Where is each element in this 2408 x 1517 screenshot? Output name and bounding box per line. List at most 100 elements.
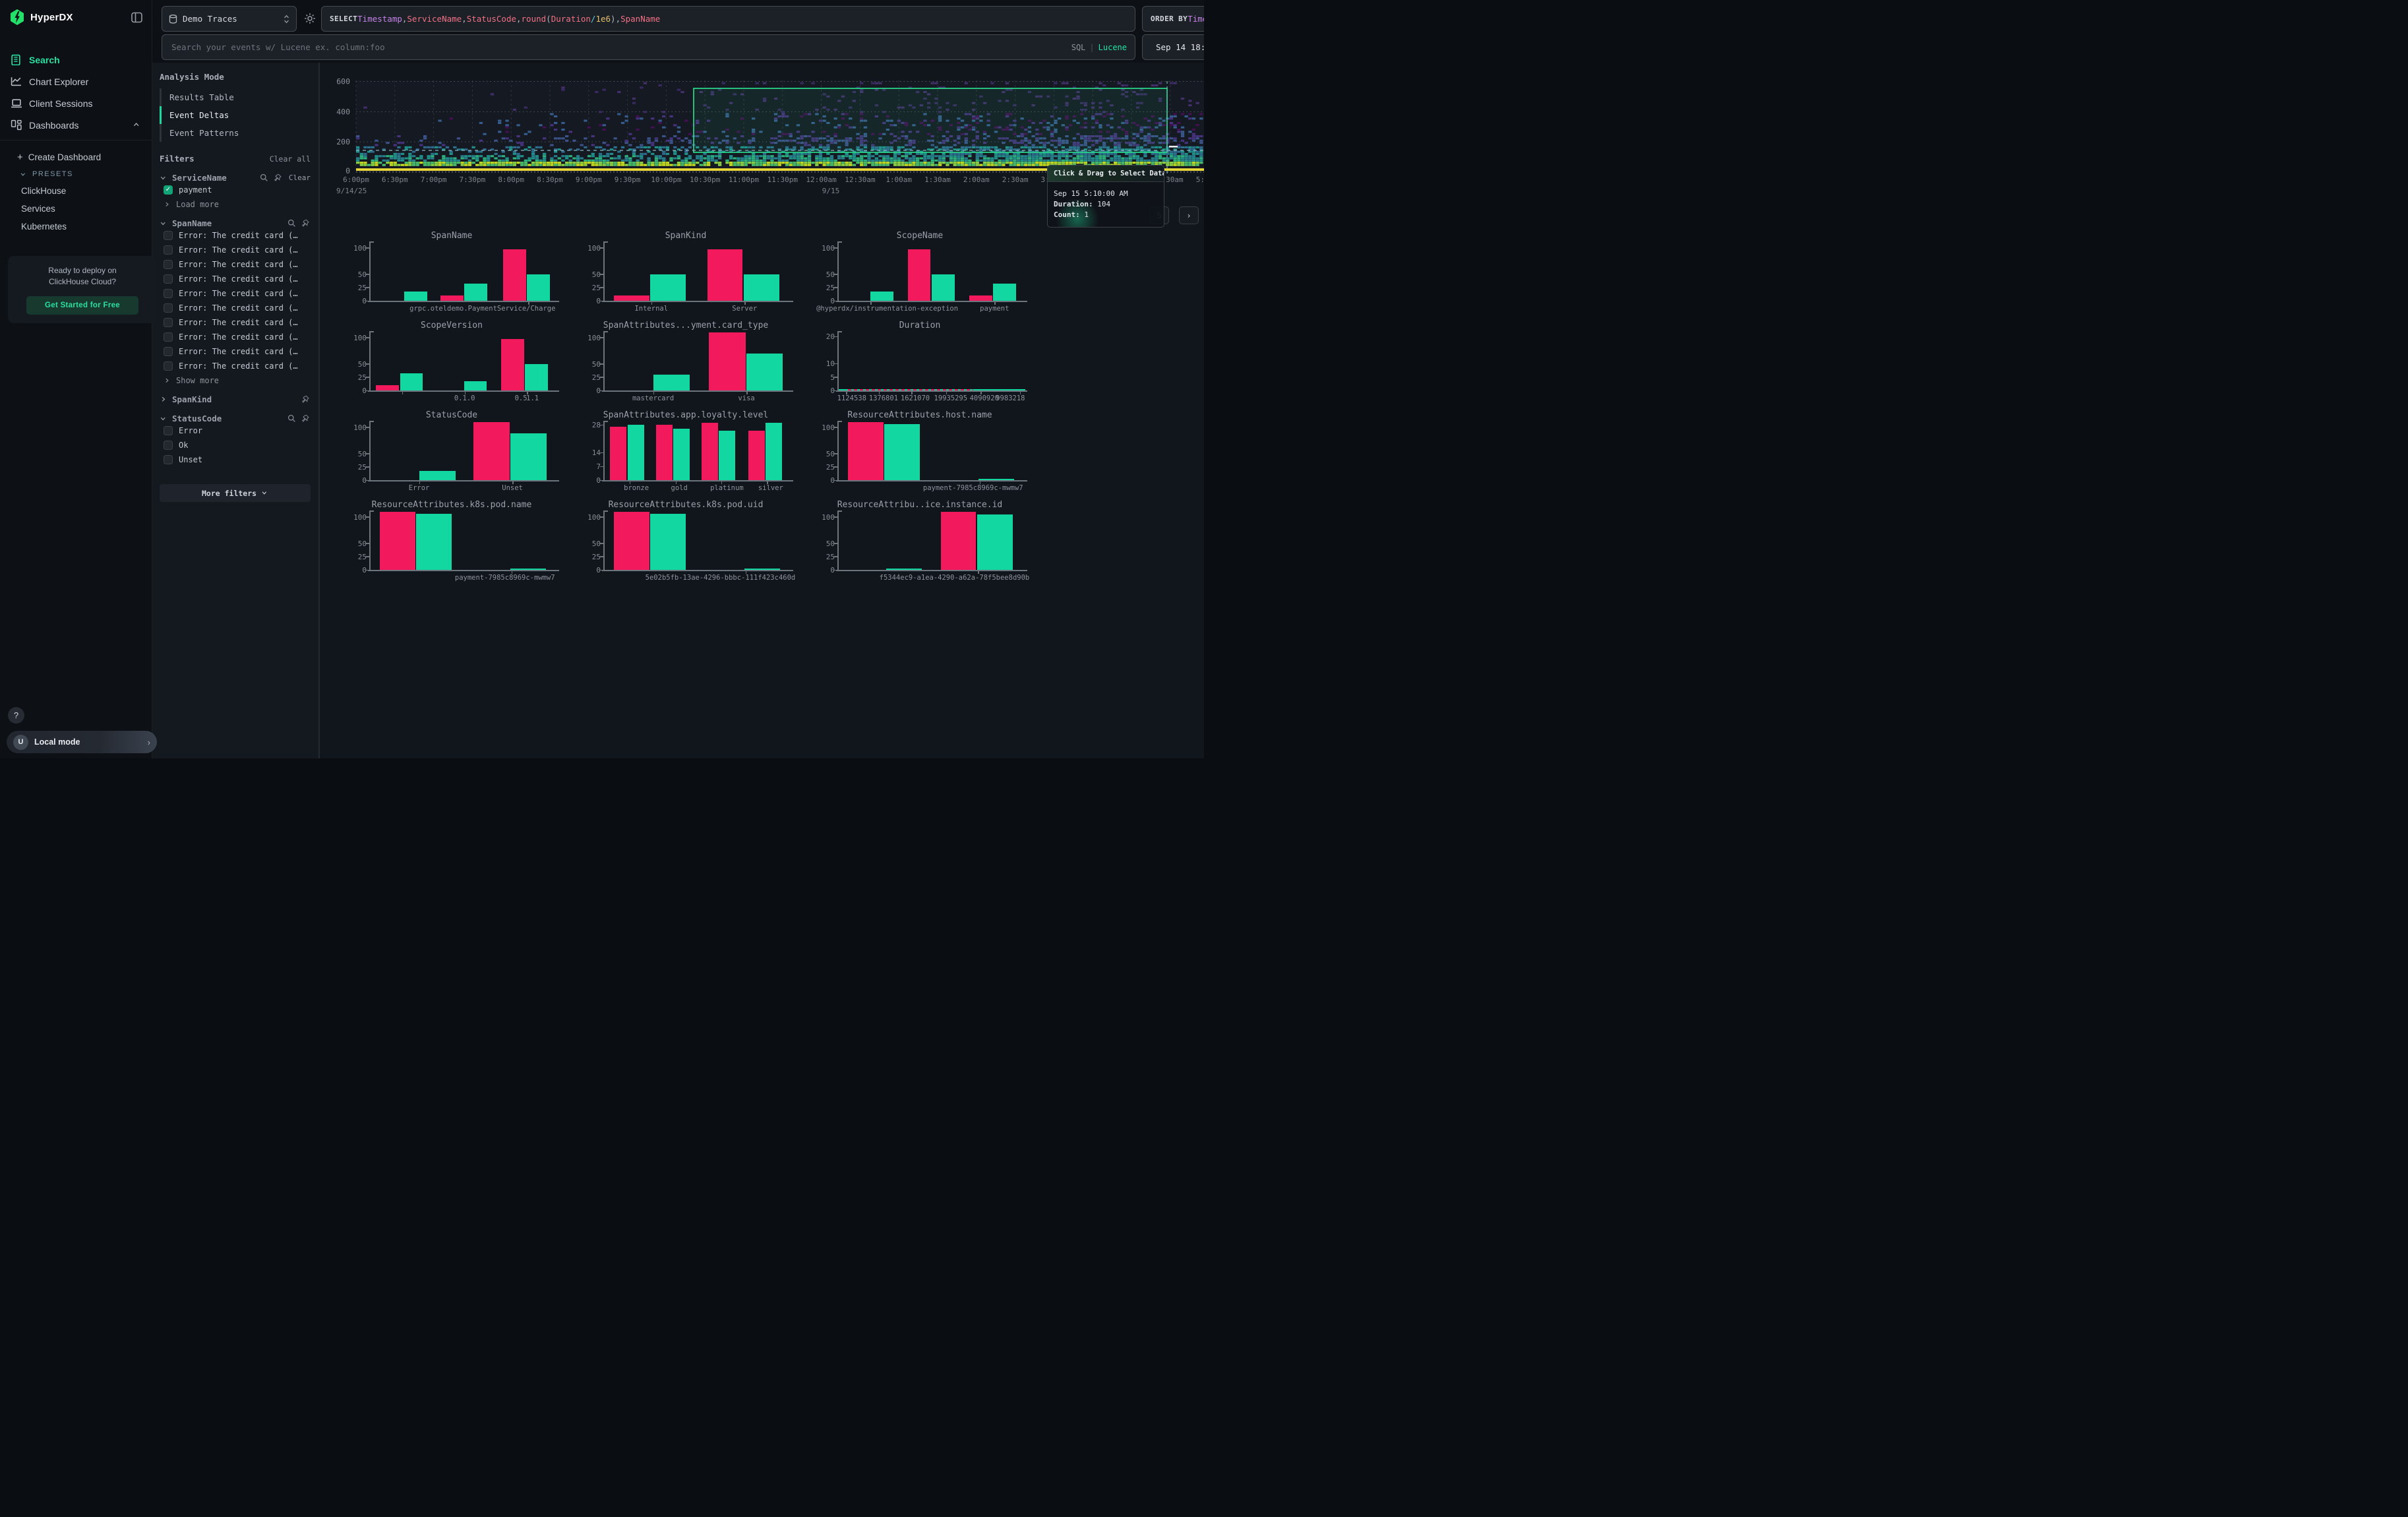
chevron-down-icon[interactable] [160, 174, 167, 182]
search-input[interactable] [170, 42, 1066, 53]
sidebar-item-search[interactable]: Search [0, 49, 152, 71]
checkbox[interactable] [164, 441, 173, 450]
bar-error[interactable] [440, 295, 464, 301]
bar-error[interactable] [709, 332, 745, 390]
presets-toggle[interactable]: PRESETS [0, 166, 152, 182]
analysis-mode-event-patterns[interactable]: Event Patterns [160, 124, 311, 142]
chevron-down-icon[interactable] [160, 220, 167, 228]
user-local-mode-bar[interactable]: U Local mode › [7, 731, 157, 753]
clear-filter-button[interactable]: Clear [289, 173, 311, 182]
bar-error[interactable] [707, 249, 743, 301]
checkbox[interactable] [164, 303, 173, 313]
filter-group-name[interactable]: SpanKind [172, 394, 212, 404]
checkbox[interactable] [164, 274, 173, 284]
bar-ok[interactable] [510, 433, 547, 480]
bar-ok[interactable] [993, 284, 1016, 301]
bar-error[interactable] [376, 385, 399, 390]
filter-group-name[interactable]: StatusCode [172, 414, 222, 423]
filter-option[interactable]: Error: The credit card (… [160, 243, 311, 257]
bar-error[interactable] [614, 295, 649, 301]
checkbox[interactable] [164, 318, 173, 327]
pin-icon[interactable] [301, 395, 311, 404]
bar-ok[interactable] [766, 423, 782, 480]
data-source-select[interactable]: Demo Traces [162, 6, 297, 32]
next-page-button[interactable]: › [1179, 206, 1199, 224]
bar-ok[interactable] [870, 292, 893, 301]
search-icon[interactable] [260, 173, 269, 183]
filter-option[interactable]: Error: The credit card (… [160, 344, 311, 359]
bar-error[interactable] [969, 295, 992, 301]
help-button[interactable]: ? [8, 707, 24, 724]
bar-error[interactable] [748, 431, 765, 480]
more-filters-button[interactable]: More filters [160, 484, 311, 502]
collapse-sidebar-icon[interactable] [131, 12, 142, 23]
analysis-mode-results-table[interactable]: Results Table [160, 88, 311, 106]
checkbox-checked[interactable]: ✓ [164, 185, 173, 195]
preset-dashboard-services[interactable]: Services [0, 200, 152, 218]
filter-option[interactable]: Error: The credit card (… [160, 330, 311, 344]
checkbox[interactable] [164, 347, 173, 356]
bar-error[interactable] [702, 423, 718, 480]
create-dashboard-button[interactable]: +Create Dashboard [0, 148, 152, 166]
bar-ok[interactable] [650, 514, 686, 570]
sql-toggle[interactable]: SQL [1071, 43, 1086, 52]
search-icon[interactable] [287, 219, 297, 228]
bar-ok[interactable] [404, 292, 427, 301]
bar-ok[interactable] [932, 274, 955, 301]
filter-option[interactable]: Error: The credit card (… [160, 301, 311, 315]
filter-option[interactable]: Error [160, 423, 311, 438]
filter-group-name[interactable]: ServiceName [172, 173, 227, 183]
bar-error[interactable] [473, 422, 510, 480]
bar-ok[interactable] [628, 425, 644, 480]
checkbox[interactable] [164, 289, 173, 298]
date-range-picker[interactable]: Sep 14 18:00:00 - Sep 15 05:30:00 [1142, 34, 1204, 60]
checkbox[interactable] [164, 245, 173, 255]
filter-option[interactable]: Unset [160, 452, 311, 467]
filter-option[interactable]: ✓payment [160, 183, 311, 197]
filter-option[interactable]: Error: The credit card (… [160, 228, 311, 243]
bar-ok[interactable] [650, 274, 686, 301]
checkbox[interactable] [164, 361, 173, 371]
bar-error[interactable] [908, 249, 931, 301]
checkbox[interactable] [164, 426, 173, 435]
bar-ok[interactable] [746, 354, 783, 390]
load-more-button[interactable]: Load more [160, 197, 311, 209]
bar-ok[interactable] [527, 274, 550, 301]
bar-ok[interactable] [510, 569, 546, 570]
bar-ok[interactable] [884, 424, 920, 480]
checkbox[interactable] [164, 231, 173, 240]
bar-error[interactable] [656, 425, 673, 480]
chevron-down-icon[interactable] [160, 415, 167, 423]
bar-ok[interactable] [464, 381, 487, 390]
bar-ok[interactable] [419, 471, 456, 480]
bar-ok[interactable] [653, 375, 690, 390]
checkbox[interactable] [164, 332, 173, 342]
checkbox[interactable] [164, 260, 173, 269]
filter-option[interactable]: Error: The credit card (… [160, 315, 311, 330]
show-more-button[interactable]: Show more [160, 373, 311, 385]
filter-group-name[interactable]: SpanName [172, 218, 212, 228]
bar-error[interactable] [941, 512, 977, 570]
checkbox[interactable] [164, 455, 173, 464]
bar-ok[interactable] [977, 514, 1013, 570]
selection-box[interactable] [694, 88, 1167, 152]
pin-icon[interactable] [301, 414, 311, 423]
bar-error[interactable] [848, 422, 884, 480]
filter-option[interactable]: Ok [160, 438, 311, 452]
bar-ok[interactable] [525, 364, 548, 390]
chevron-up-icon[interactable] [133, 121, 141, 129]
filter-option[interactable]: Error: The credit card (… [160, 257, 311, 272]
pin-icon[interactable] [274, 173, 283, 183]
sidebar-item-client-sessions[interactable]: Client Sessions [0, 92, 152, 114]
bar-ok[interactable] [978, 479, 1014, 480]
bar-ok[interactable] [886, 569, 922, 570]
filter-option[interactable]: Error: The credit card (… [160, 359, 311, 373]
analysis-mode-event-deltas[interactable]: Event Deltas [160, 106, 311, 124]
clear-all-button[interactable]: Clear all [270, 154, 311, 164]
filter-option[interactable]: Error: The credit card (… [160, 272, 311, 286]
gear-icon[interactable] [303, 12, 316, 25]
bar-error[interactable] [610, 427, 626, 480]
sidebar-item-chart-explorer[interactable]: Chart Explorer [0, 71, 152, 92]
sidebar-item-dashboards[interactable]: Dashboards [0, 114, 152, 136]
get-started-button[interactable]: Get Started for Free [26, 296, 138, 315]
